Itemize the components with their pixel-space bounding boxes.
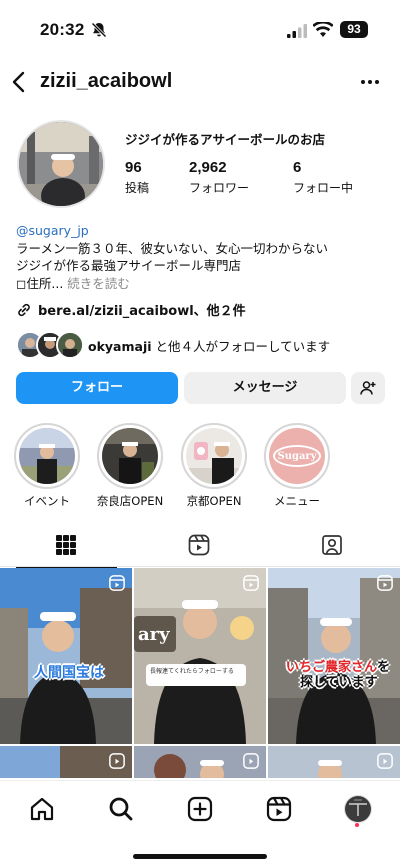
stat-followers[interactable]: 2,962 フォロワー [189,159,249,196]
stat-posts-label: 投稿 [125,181,150,195]
mutual-avatars [16,331,84,359]
person-add-icon [360,381,376,395]
stat-posts[interactable]: 96 投稿 [125,159,149,196]
reels-icon [109,753,125,769]
post-caption: 人間国宝は [34,665,104,681]
tab-tagged[interactable] [266,523,399,567]
tagged-icon [322,535,342,555]
followed-by-text: okyamaji と他４人がフォローしています [88,336,330,355]
chevron-left-icon[interactable] [8,70,32,94]
highlight-cover [102,428,158,484]
battery-icon: 93 [340,21,368,38]
post-caption-highlight: いちご農家さん [286,660,378,675]
post-thumbnail[interactable] [0,746,132,778]
post-thumbnail[interactable]: 人間国宝は [0,568,132,744]
bio: @sugary_jp ラーメン一筋３０年、彼女いない、女心一切わからない ジジイ… [16,222,386,292]
reels-icon [377,575,393,591]
bio-line: ◻︎住所... [16,275,64,291]
display-name: ジジイが作るアサイーボールのお店 [125,132,326,147]
post-image [268,568,400,744]
highlight-nara[interactable]: 奈良店OPEN [97,423,163,509]
post-caption-line2: 探しています [300,675,378,690]
tab-reels[interactable] [133,523,266,567]
search-icon[interactable] [107,795,135,823]
post-caption-tail: を [377,660,391,675]
wifi-icon [313,22,333,37]
home-indicator [133,854,267,859]
external-link[interactable]: bere.al/zizii_acaibowl、他２件 [16,300,246,319]
reels-icon [109,575,125,591]
highlight-label: 京都OPEN [186,494,242,508]
post-image [134,568,266,744]
highlight-kyoto[interactable]: 京都OPEN [181,423,247,509]
username-title: zizii_acaibowl [40,70,173,92]
reels-icon [377,753,393,769]
shop-sign-text: ary [138,624,170,645]
reels-icon [243,753,259,769]
highlight-cover [186,428,242,484]
sugary-logo: Sugary [273,445,321,467]
post-thumbnail[interactable]: いちご農家さんを 探しています [268,568,400,744]
post-overlay-note: 長報連てくれたらフォローする [146,664,246,686]
highlight-label: イベント [24,494,70,508]
highlight-ring [14,423,80,489]
profile-avatar[interactable] [344,795,372,823]
reels-icon [188,534,210,556]
followed-by-rest: と他４人がフォローしています [155,338,331,354]
message-button[interactable]: メッセージ [184,372,346,404]
profile-avatar-image [345,796,371,822]
bio-more-link[interactable]: 続きを読む [67,276,130,291]
post-thumbnail[interactable]: ary 長報連てくれたらフォローする [134,568,266,744]
notification-dot [355,823,359,827]
home-icon[interactable] [28,795,56,823]
bio-handle-link[interactable]: @sugary_jp [16,223,89,238]
ellipsis-icon[interactable] [360,72,380,92]
highlight-event[interactable]: イベント [14,423,80,509]
reels-icon[interactable] [265,795,293,823]
post-thumbnail[interactable] [134,746,266,778]
suggested-users-button[interactable] [351,372,385,404]
post-image [0,568,132,744]
stat-followers-value: 2,962 [189,159,227,176]
reels-icon [243,575,259,591]
post-overlay-note-text: 長報連てくれたらフォローする [150,668,234,675]
bio-line: ジジイが作る最強アサイーボール専門店 [16,258,242,273]
grid-icon [56,535,76,555]
highlight-ring [97,423,163,489]
signal-icon [287,24,307,38]
bell-slash-icon [91,22,107,38]
post-grid: 人間国宝は ary 長報連てくれたらフォローする いちご農家さんを 探しています [0,568,400,778]
post-thumbnail[interactable] [268,746,400,778]
followed-by-name: okyamaji [88,338,152,354]
highlight-label: メニュー [274,494,320,508]
status-bar: 20:32 93 [0,0,400,58]
create-icon[interactable] [186,795,214,823]
profile-tabs [0,523,400,568]
mutual-avatar [56,331,84,359]
bio-line: ラーメン一筋３０年、彼女いない、女心一切わからない [16,240,329,256]
highlight-ring: Sugary [264,423,330,489]
external-link-text: bere.al/zizii_acaibowl、他２件 [38,304,246,319]
link-icon [18,303,30,316]
tab-grid[interactable] [0,523,133,568]
highlight-cover [19,428,75,484]
post-caption: いちご農家さんを 探しています [286,660,390,690]
stat-followers-label: フォロワー [189,181,250,195]
profile-header: zizii_acaibowl [0,62,400,102]
followed-by-row[interactable]: okyamaji と他４人がフォローしています [16,331,330,359]
highlight-menu[interactable]: Sugary メニュー [264,423,330,509]
avatar-photo [19,122,103,206]
status-time: 20:32 [40,20,85,39]
highlight-ring [181,423,247,489]
profile-avatar[interactable] [17,120,105,208]
stat-following-value: 6 [293,159,302,176]
follow-button[interactable]: フォロー [16,372,178,404]
highlight-label: 奈良店OPEN [96,494,164,508]
highlight-cover: Sugary [269,428,325,484]
stat-following-label: フォロー中 [293,181,354,195]
stat-following[interactable]: 6 フォロー中 [293,159,353,196]
sugary-logo-text: Sugary [277,450,317,462]
stat-posts-value: 96 [125,159,142,176]
